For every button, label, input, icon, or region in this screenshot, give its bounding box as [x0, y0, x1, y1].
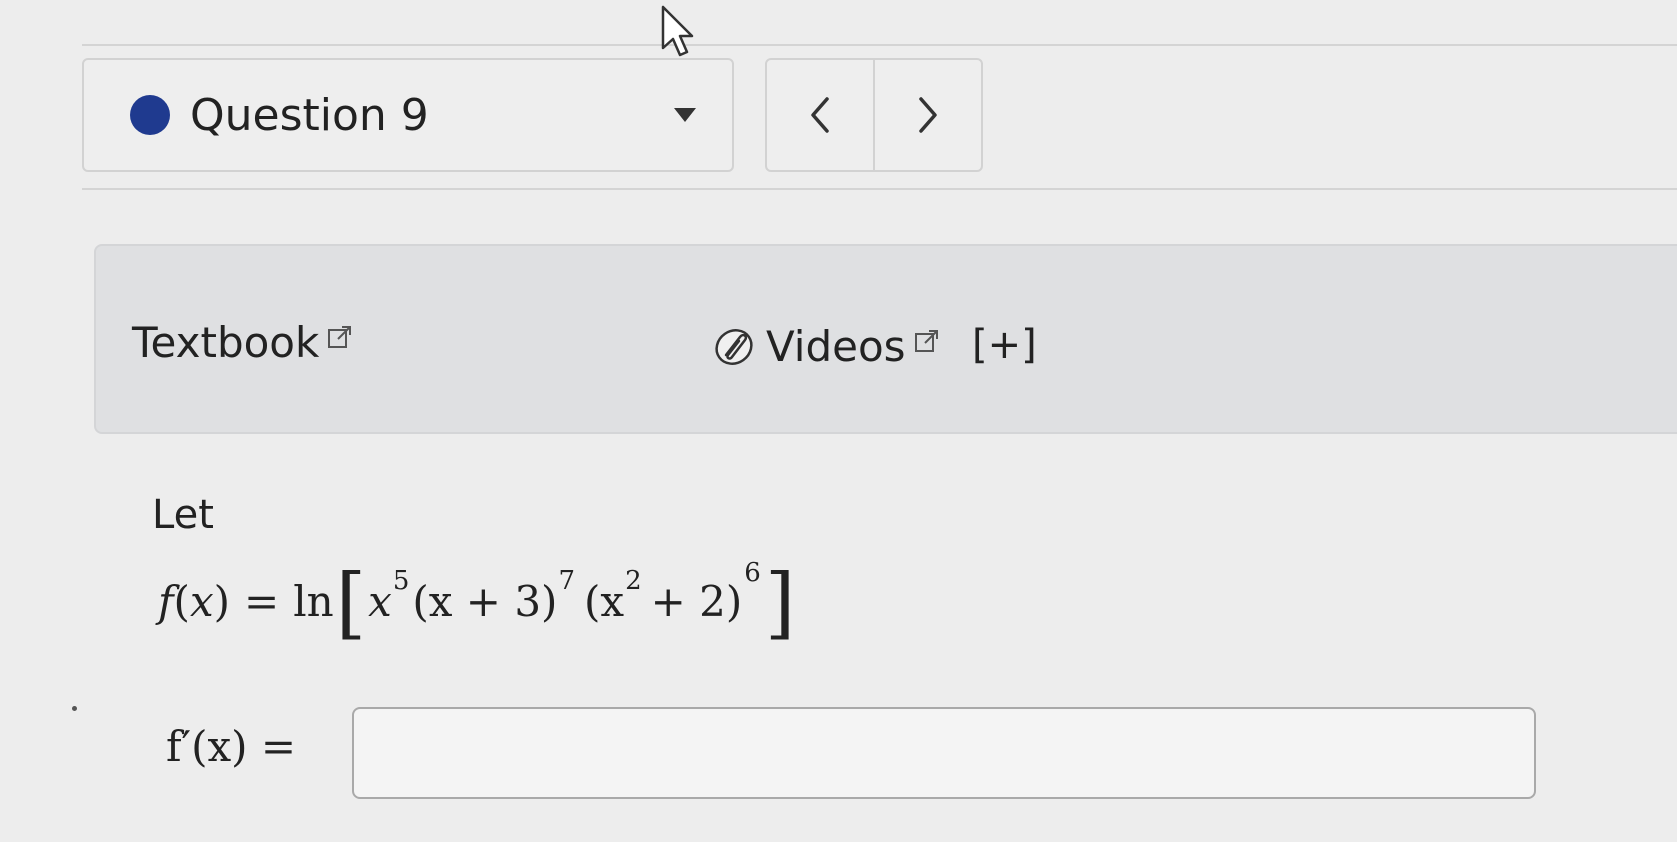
expand-resources-button[interactable]: [+] [972, 322, 1037, 368]
term3-close: + 2) [650, 576, 743, 626]
equals-sign: = [244, 576, 280, 626]
external-link-icon [914, 329, 938, 352]
textbook-label: Textbook [132, 318, 320, 367]
term1-base: x [368, 576, 392, 626]
videos-label: Videos [766, 322, 906, 371]
term3-exponent: 6 [744, 558, 761, 588]
question-navigation [765, 58, 983, 172]
problem-intro: Let [152, 492, 214, 538]
screen-speck [72, 706, 77, 711]
function-name: f [158, 576, 174, 626]
term2-exponent: 7 [558, 566, 575, 596]
function-variable: x [189, 576, 214, 626]
next-question-button[interactable] [873, 60, 981, 170]
help-resources-panel: Textbook Videos [+] [94, 244, 1677, 434]
chevron-left-icon [811, 97, 829, 133]
term3-inner-exponent: 2 [625, 566, 642, 596]
term2: (x + 3) [412, 576, 558, 626]
divider-below-question [82, 188, 1677, 190]
chevron-right-icon [919, 97, 937, 133]
ln-operator: ln [293, 576, 334, 626]
top-divider [82, 44, 1677, 46]
textbook-link[interactable]: Textbook [132, 318, 353, 367]
videos-link[interactable]: Videos [712, 322, 940, 371]
close-paren: ) [213, 576, 231, 626]
external-link-icon [328, 325, 352, 348]
term3-open: (x [584, 576, 625, 626]
right-bracket: ] [764, 558, 796, 648]
left-bracket: [ [335, 558, 367, 648]
question-status-dot [130, 95, 170, 135]
term1-exponent: 5 [392, 566, 410, 596]
previous-question-button[interactable] [767, 60, 873, 170]
question-selector[interactable]: Question 9 [82, 58, 734, 172]
paperclip-icon [715, 328, 753, 365]
dropdown-caret-icon [674, 108, 696, 122]
derivative-label: f′(x) = [166, 722, 297, 771]
open-paren: ( [173, 576, 190, 626]
mouse-pointer-icon [661, 5, 694, 57]
derivative-answer-input[interactable] [352, 707, 1536, 799]
question-label: Question 9 [190, 89, 429, 141]
function-definition: f ( x ) = ln [ x 5 (x + 3) 7 (x 2 + 2) 6… [158, 546, 797, 656]
